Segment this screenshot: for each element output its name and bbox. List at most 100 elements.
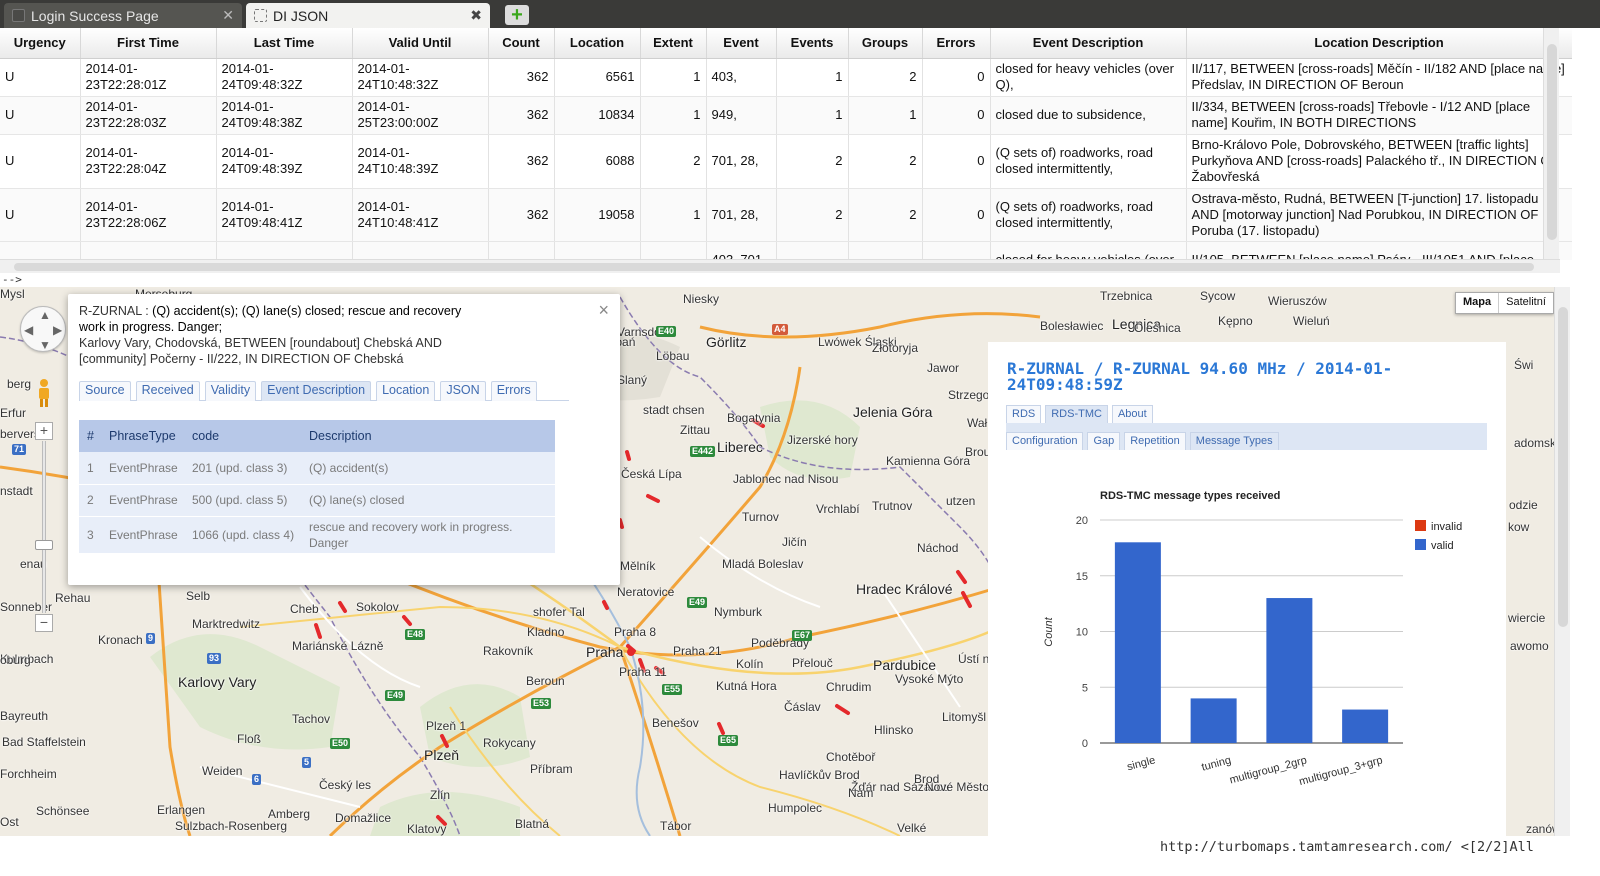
popup-tab-errors[interactable]: Errors <box>490 381 537 401</box>
table-row[interactable]: U 2014-01-23T22:28:04Z 2014-01-24T09:48:39… <box>0 134 1572 189</box>
info-tab-about[interactable]: About <box>1111 405 1153 423</box>
info-subtab-configuration[interactable]: Configuration <box>1006 432 1084 450</box>
map-place-label: Nám <box>848 786 874 800</box>
table-cell: 2 <box>776 134 849 189</box>
zoom-slider-handle[interactable] <box>35 540 53 550</box>
road-shield: E48 <box>405 629 426 640</box>
column-header[interactable]: First Time <box>80 28 217 59</box>
popup-tab-received[interactable]: Received <box>135 381 200 401</box>
info-tab-rds-tmc[interactable]: RDS-TMC <box>1045 405 1108 423</box>
new-tab-button[interactable]: + <box>505 5 529 25</box>
table-cell <box>640 241 707 260</box>
table-row[interactable]: U 2014-01-23T22:28:06Z 2014-01-24T09:48:41… <box>0 188 1572 242</box>
column-header[interactable]: Valid Until <box>352 28 489 59</box>
column-header[interactable]: Extent <box>640 28 707 59</box>
map-place-label: Trutnov <box>872 499 913 513</box>
phrase-cell: 3 <box>79 516 101 554</box>
map-place-label: Příbram <box>530 762 573 776</box>
map-type-control[interactable]: Mapa Satelitní <box>1455 292 1554 314</box>
tab-di-json[interactable]: DI JSON ✖ <box>246 3 490 28</box>
map-type-map-button[interactable]: Mapa <box>1456 293 1500 313</box>
column-header[interactable]: Urgency <box>0 28 81 59</box>
map-place-label: Sokolov <box>356 600 399 614</box>
phrase-cell: (Q) accident(s) <box>301 452 555 485</box>
map-type-satellite-button[interactable]: Satelitní <box>1499 293 1553 313</box>
table-row[interactable]: 403, 701, closed for heavy vehicles (over… <box>0 241 1572 260</box>
map-place-label: Praha 21 <box>673 644 722 658</box>
x-tick-label: multigroup_2grp <box>1228 754 1308 786</box>
info-subtab-repetition[interactable]: Repetition <box>1124 432 1186 450</box>
map-place-label: Vysoké Mýto <box>895 672 964 686</box>
bar-valid <box>1266 598 1313 743</box>
phrase-cell: 2 <box>79 484 101 517</box>
table-cell: Brno-Královo Pole, Dobrovského, BETWEEN … <box>1186 134 1572 189</box>
y-tick-label: 15 <box>1076 571 1088 583</box>
map-place-label: Löbau <box>656 349 690 363</box>
info-subtab-message-types[interactable]: Message Types <box>1189 432 1279 450</box>
phrase-cell: 1066 (upd. class 4) <box>184 516 301 554</box>
popup-tab-source[interactable]: Source <box>79 381 131 401</box>
table-cell: II/117, BETWEEN [cross-roads] Měčín - II… <box>1186 58 1572 97</box>
x-tick-label: multigroup_3+grp <box>1298 754 1384 788</box>
column-header[interactable]: Event Description <box>990 28 1187 59</box>
popup-tab-event-description[interactable]: Event Description <box>261 381 372 401</box>
map-place-label: Liberec <box>717 439 763 455</box>
pan-up-icon[interactable]: ▲ <box>39 308 51 322</box>
column-header[interactable]: Location <box>554 28 641 59</box>
close-icon[interactable]: ✕ <box>222 7 234 24</box>
road-shield: E53 <box>531 698 552 709</box>
zoom-slider-track[interactable] <box>42 441 46 613</box>
popup-tab-json[interactable]: JSON <box>440 381 486 401</box>
legend-label: valid <box>1431 540 1454 552</box>
table-cell <box>352 241 489 260</box>
column-header[interactable]: Events <box>776 28 849 59</box>
map-place-label: Kladno <box>527 625 565 639</box>
column-header[interactable]: Errors <box>922 28 991 59</box>
info-subtab-gap[interactable]: Gap <box>1087 432 1121 450</box>
popup-location: Karlovy Vary, Chodovská, BETWEEN [rounda… <box>79 336 442 366</box>
map-place-label: Mladá Boleslav <box>722 557 804 571</box>
popup-tab-location[interactable]: Location <box>376 381 436 401</box>
table-row[interactable]: U 2014-01-23T22:28:03Z 2014-01-24T09:48:38… <box>0 96 1572 135</box>
table-cell: U <box>0 188 81 242</box>
column-header[interactable]: Groups <box>848 28 923 59</box>
table-cell: 1 <box>640 188 707 242</box>
legend-swatch <box>1415 539 1426 550</box>
table-cell <box>776 241 849 260</box>
table-cell: 2014-01-23T22:28:06Z <box>80 188 217 242</box>
status-page: <[2/2]All <box>1460 839 1534 855</box>
close-icon[interactable]: × <box>598 300 609 321</box>
map-place-label: Turnov <box>742 510 779 524</box>
phrase-column-header: Description <box>301 420 555 452</box>
pan-left-icon[interactable]: ◀ <box>24 323 33 337</box>
column-header[interactable]: Last Time <box>216 28 353 59</box>
map-place-label: nstadt <box>0 484 33 498</box>
zoom-in-button[interactable]: + <box>35 422 53 440</box>
table-cell: U <box>0 134 81 189</box>
table-cell: 1 <box>640 58 707 97</box>
info-tab-rds[interactable]: RDS <box>1006 405 1042 423</box>
pan-right-icon[interactable]: ▶ <box>53 323 62 337</box>
close-icon[interactable]: ✖ <box>470 7 482 24</box>
column-header[interactable]: Event <box>706 28 777 59</box>
column-header[interactable]: Location Description <box>1186 28 1572 59</box>
pan-control[interactable]: ▲ ▼ ◀ ▶ <box>20 306 66 352</box>
map-place-label: Bolesławiec <box>1040 319 1104 333</box>
table-vertical-scrollbar[interactable] <box>1543 28 1559 260</box>
page-vertical-scrollbar[interactable] <box>1554 287 1570 836</box>
pegman-icon[interactable] <box>34 378 54 408</box>
phrase-column-header: code <box>184 420 301 452</box>
map-place-label: Rehau <box>55 591 91 605</box>
map-place-label: Domažlice <box>335 811 392 825</box>
popup-tab-validity[interactable]: Validity <box>204 381 257 401</box>
column-header[interactable]: Count <box>488 28 555 59</box>
pan-down-icon[interactable]: ▼ <box>39 338 51 352</box>
tab-login-success[interactable]: Login Success Page ✕ <box>4 3 242 28</box>
map-place-label: Plzeň 1 <box>426 719 467 733</box>
table-row[interactable]: U 2014-01-23T22:28:01Z 2014-01-24T09:48:32… <box>0 58 1572 97</box>
road-shield: E55 <box>662 684 683 695</box>
table-horizontal-scrollbar[interactable] <box>0 259 1560 273</box>
map-place-label: Humpolec <box>768 801 823 815</box>
message-types-chart: RDS-TMC message types received 0 5 10 15 20 Co… <box>1043 490 1462 788</box>
zoom-out-button[interactable]: − <box>35 614 53 632</box>
